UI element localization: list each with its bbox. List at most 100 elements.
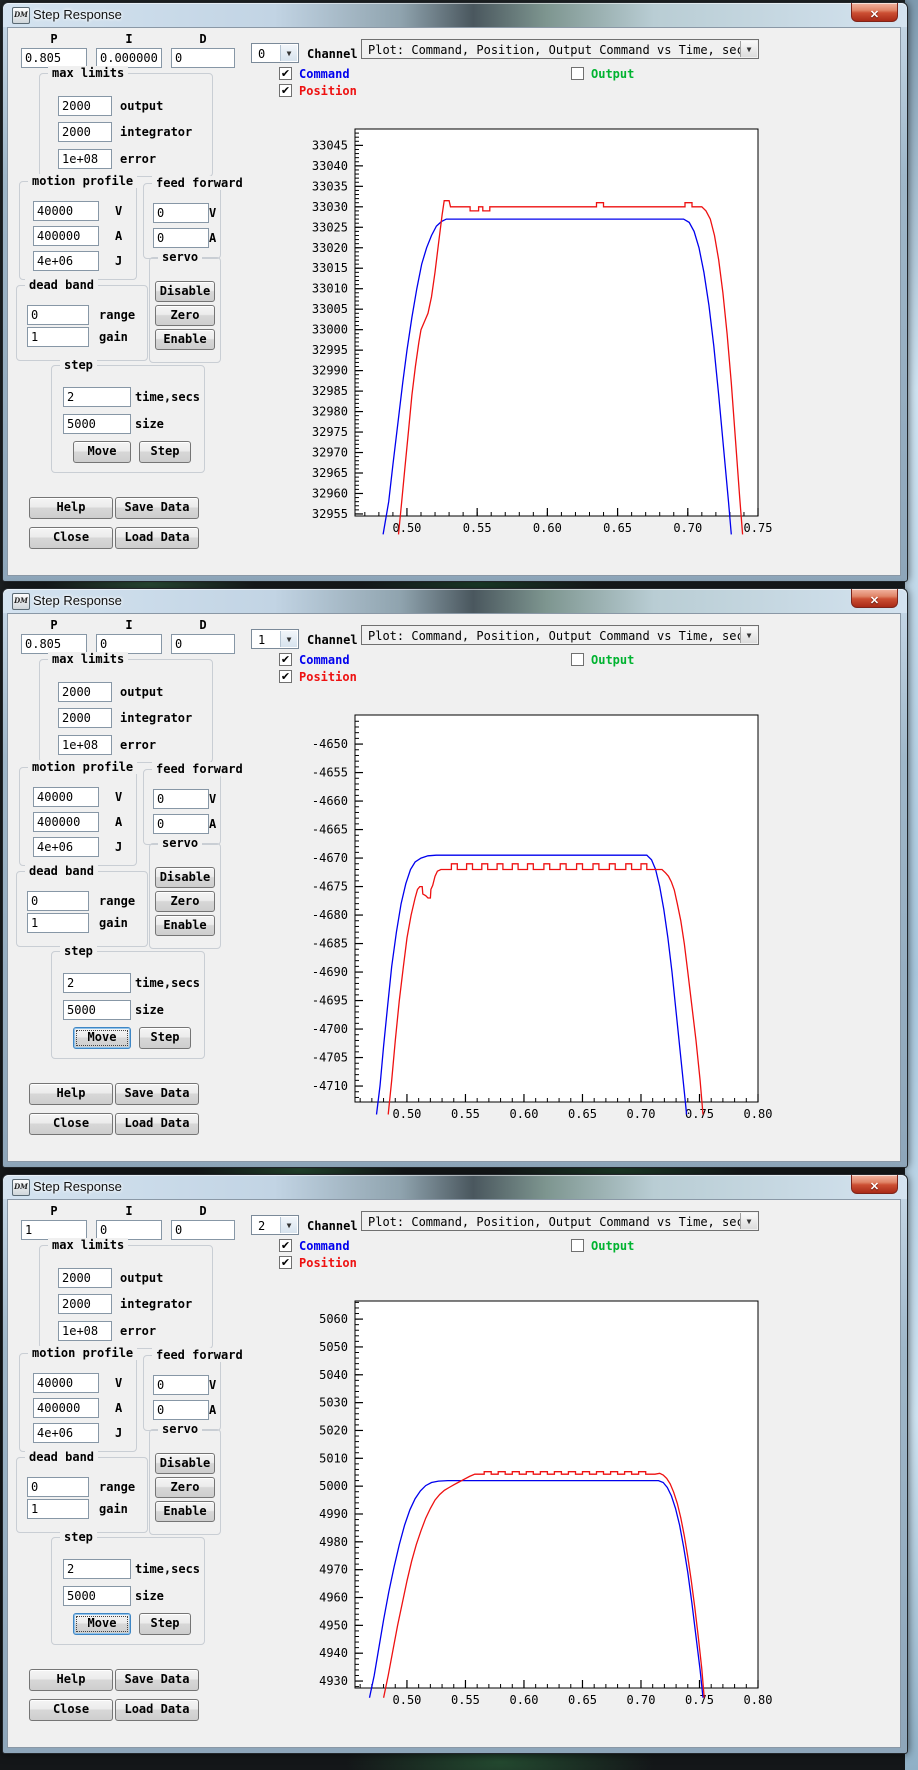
channel-select[interactable]: 1 ▼ — [251, 629, 299, 649]
ff-acceleration-input[interactable] — [153, 814, 209, 834]
close-button[interactable]: Close — [29, 1699, 113, 1721]
svg-text:33015: 33015 — [312, 261, 348, 275]
max-integrator-input[interactable] — [58, 708, 112, 728]
save-data-button[interactable]: Save Data — [115, 1669, 199, 1691]
position-checkbox[interactable]: ✔ — [279, 1256, 292, 1269]
window-title: Step Response — [33, 7, 122, 22]
step-button[interactable]: Step — [139, 1027, 191, 1049]
disable-button[interactable]: Disable — [155, 281, 215, 302]
ff-velocity-input[interactable] — [153, 203, 209, 223]
close-window-button[interactable]: ✕ — [851, 1175, 898, 1194]
max-output-input[interactable] — [58, 682, 112, 702]
help-button[interactable]: Help — [29, 1669, 113, 1691]
acceleration-input[interactable] — [33, 1398, 99, 1418]
velocity-label: V — [115, 790, 122, 804]
velocity-input[interactable] — [33, 787, 99, 807]
close-window-button[interactable]: ✕ — [851, 589, 898, 608]
step-time-input[interactable] — [63, 1559, 131, 1579]
channel-select[interactable]: 2 ▼ — [251, 1215, 299, 1235]
svg-text:5000: 5000 — [319, 1479, 348, 1493]
step-time-input[interactable] — [63, 387, 131, 407]
velocity-input[interactable] — [33, 1373, 99, 1393]
output-checkbox[interactable]: ✔ — [571, 1239, 584, 1252]
move-button[interactable]: Move — [73, 441, 131, 463]
acceleration-input[interactable] — [33, 226, 99, 246]
step-button[interactable]: Step — [139, 441, 191, 463]
max-error-input[interactable] — [58, 149, 112, 169]
dead-band-gain-input[interactable] — [27, 913, 89, 933]
help-button[interactable]: Help — [29, 497, 113, 519]
move-button[interactable]: Move — [73, 1027, 131, 1049]
dead-band-range-input[interactable] — [27, 1477, 89, 1497]
dead-band-range-input[interactable] — [27, 305, 89, 325]
svg-text:0.65: 0.65 — [603, 521, 632, 535]
zero-button[interactable]: Zero — [155, 891, 215, 912]
step-size-input[interactable] — [63, 414, 131, 434]
output-checkbox[interactable]: ✔ — [571, 67, 584, 80]
p-input[interactable] — [21, 48, 87, 68]
load-data-button[interactable]: Load Data — [115, 527, 199, 549]
position-checkbox[interactable]: ✔ — [279, 84, 292, 97]
disable-button[interactable]: Disable — [155, 867, 215, 888]
plot-mode-select[interactable]: Plot: Command, Position, Output Command … — [361, 625, 759, 645]
d-input[interactable] — [171, 48, 235, 68]
position-checkbox[interactable]: ✔ — [279, 670, 292, 683]
command-checkbox[interactable]: ✔ — [279, 1239, 292, 1252]
jerk-input[interactable] — [33, 837, 99, 857]
plot-mode-select[interactable]: Plot: Command, Position, Output Command … — [361, 39, 759, 59]
close-button[interactable]: Close — [29, 527, 113, 549]
max-integrator-input[interactable] — [58, 122, 112, 142]
window-titlebar[interactable]: DM Step Response ✕ — [3, 1175, 907, 1199]
ff-velocity-input[interactable] — [153, 1375, 209, 1395]
max-error-input[interactable] — [58, 735, 112, 755]
max-output-input[interactable] — [58, 96, 112, 116]
load-data-button[interactable]: Load Data — [115, 1699, 199, 1721]
i-input[interactable] — [96, 634, 162, 654]
d-input[interactable] — [171, 634, 235, 654]
ff-acceleration-input[interactable] — [153, 228, 209, 248]
step-size-input[interactable] — [63, 1586, 131, 1606]
max-error-input[interactable] — [58, 1321, 112, 1341]
enable-button[interactable]: Enable — [155, 1501, 215, 1522]
svg-text:-4690: -4690 — [312, 965, 348, 979]
acceleration-input[interactable] — [33, 812, 99, 832]
zero-button[interactable]: Zero — [155, 1477, 215, 1498]
disable-button[interactable]: Disable — [155, 1453, 215, 1474]
dead-band-gain-input[interactable] — [27, 327, 89, 347]
d-input[interactable] — [171, 1220, 235, 1240]
i-input[interactable] — [96, 1220, 162, 1240]
step-time-input[interactable] — [63, 973, 131, 993]
move-button[interactable]: Move — [73, 1613, 131, 1635]
ff-velocity-input[interactable] — [153, 789, 209, 809]
step-size-input[interactable] — [63, 1000, 131, 1020]
max-output-input[interactable] — [58, 1268, 112, 1288]
jerk-input[interactable] — [33, 251, 99, 271]
i-input[interactable] — [96, 48, 162, 68]
jerk-input[interactable] — [33, 1423, 99, 1443]
dead-band-gain-input[interactable] — [27, 1499, 89, 1519]
close-button[interactable]: Close — [29, 1113, 113, 1135]
step-button[interactable]: Step — [139, 1613, 191, 1635]
max-integrator-input[interactable] — [58, 1294, 112, 1314]
plot-mode-select[interactable]: Plot: Command, Position, Output Command … — [361, 1211, 759, 1231]
zero-button[interactable]: Zero — [155, 305, 215, 326]
save-data-button[interactable]: Save Data — [115, 497, 199, 519]
command-checkbox[interactable]: ✔ — [279, 67, 292, 80]
enable-button[interactable]: Enable — [155, 915, 215, 936]
velocity-input[interactable] — [33, 201, 99, 221]
command-checkbox[interactable]: ✔ — [279, 653, 292, 666]
p-input[interactable] — [21, 1220, 87, 1240]
dead-band-range-input[interactable] — [27, 891, 89, 911]
ff-acceleration-label: A — [209, 1403, 216, 1417]
window-titlebar[interactable]: DM Step Response ✕ — [3, 3, 907, 27]
window-titlebar[interactable]: DM Step Response ✕ — [3, 589, 907, 613]
load-data-button[interactable]: Load Data — [115, 1113, 199, 1135]
p-input[interactable] — [21, 634, 87, 654]
close-window-button[interactable]: ✕ — [851, 3, 898, 22]
enable-button[interactable]: Enable — [155, 329, 215, 350]
output-checkbox[interactable]: ✔ — [571, 653, 584, 666]
channel-select[interactable]: 0 ▼ — [251, 43, 299, 63]
ff-acceleration-input[interactable] — [153, 1400, 209, 1420]
help-button[interactable]: Help — [29, 1083, 113, 1105]
save-data-button[interactable]: Save Data — [115, 1083, 199, 1105]
